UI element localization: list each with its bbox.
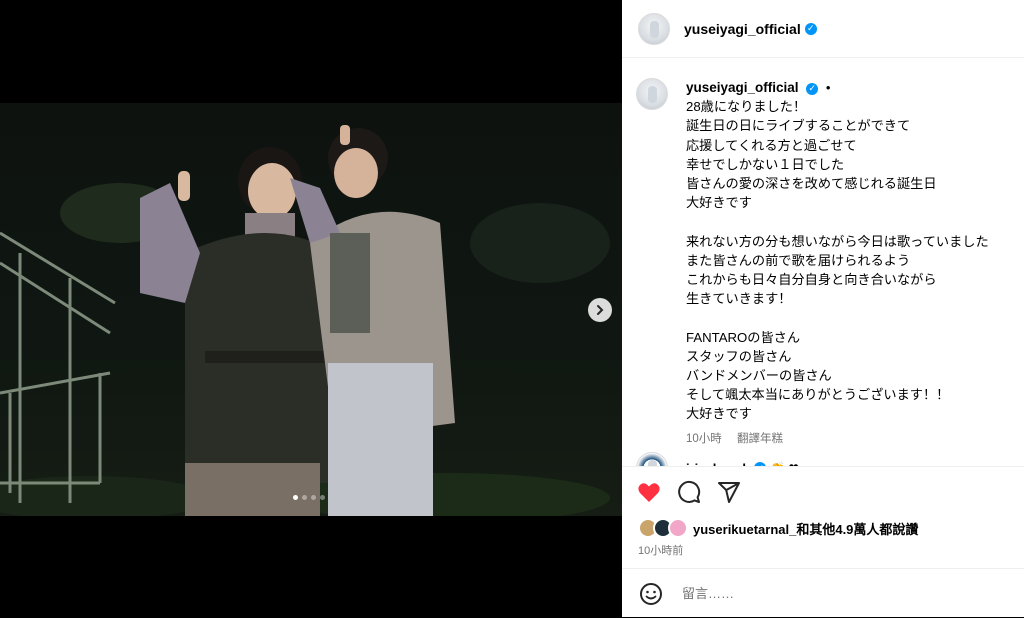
caption-username[interactable]: yuseiyagi_official — [686, 80, 799, 95]
caption-line: 28歳になりました！ — [686, 99, 807, 115]
photo-illustration — [0, 125, 610, 516]
caption-line: 皆さんの愛の深さを改めて感じれる誕生日 — [686, 176, 937, 192]
caption-line: 生きていきます！ — [686, 291, 792, 307]
chevron-right-icon — [597, 305, 604, 315]
translate-link[interactable]: 翻譯年糕 — [737, 433, 783, 445]
caption-line: 応援してくれる方と過ごせて — [686, 137, 857, 153]
caption-line: バンドメンバーの皆さん — [686, 368, 832, 384]
heart-icon — [638, 483, 660, 502]
carousel-dot — [320, 495, 325, 500]
caption-line: 来れない方の分も想いながら今日は歌っていました — [686, 233, 989, 249]
add-comment-bar — [622, 568, 1024, 618]
comments-section: yuseiyagi_official ✓ • 28歳になりました！ 誕生日の日に… — [622, 58, 1024, 466]
caption-line: 大好きです — [686, 195, 752, 211]
carousel-indicator — [293, 495, 325, 500]
comment-input[interactable] — [680, 585, 984, 602]
caption-avatar[interactable] — [636, 78, 668, 110]
caption-line: FANTAROの皆さん — [686, 329, 801, 345]
liker-avatar — [668, 518, 688, 538]
caption-comment: yuseiyagi_official ✓ • 28歳になりました！ 誕生日の日に… — [636, 78, 1016, 449]
carousel-dot — [311, 495, 316, 500]
caption-line: そして颯太本当にありがとうございます！！ — [686, 387, 950, 403]
post-media — [0, 0, 622, 617]
verified-badge-icon: ✓ — [806, 82, 819, 95]
caption-line — [686, 308, 989, 327]
comment-item: iris_beach ✓ 👏 ❤ — [636, 452, 799, 466]
caption-meta: 10小時 翻譯年糕 — [686, 430, 989, 449]
like-button[interactable] — [636, 479, 662, 505]
share-button[interactable] — [716, 479, 742, 505]
caption-line: 幸せでしかない１日でした — [686, 156, 845, 172]
caption-line — [686, 212, 989, 231]
caption-body: yuseiyagi_official ✓ • 28歳になりました！ 誕生日の日に… — [686, 78, 989, 449]
post-side-panel: yuseiyagi_official ✓ yuseiyagi_official … — [622, 0, 1024, 617]
verified-badge-icon: ✓ — [804, 22, 817, 35]
post-actions — [622, 466, 1024, 517]
caption-line: これからも日々自分自身と向き合いながら — [686, 272, 937, 288]
likes-summary[interactable]: yuserikuetarnal_和其他4.9萬人都說讚 — [638, 518, 918, 538]
caption-time: 10小時 — [686, 432, 722, 445]
post-photo — [0, 103, 622, 516]
likes-text: yuserikuetarnal_和其他4.9萬人都說讚 — [693, 521, 919, 537]
emoji-smile-icon — [640, 582, 662, 605]
emoji-button[interactable] — [638, 581, 664, 607]
author-username[interactable]: yuseiyagi_official — [684, 21, 801, 37]
post-timestamp: 10小時前 — [638, 545, 684, 557]
post-header: yuseiyagi_official ✓ — [622, 0, 1024, 58]
author-avatar[interactable] — [638, 12, 670, 45]
caption-line: スタッフの皆さん — [686, 348, 792, 364]
caption-text: 28歳になりました！ 誕生日の日にライブすることができて 応援してくれる方と過ご… — [686, 97, 989, 423]
comment-icon — [678, 481, 701, 503]
comment-button[interactable] — [676, 479, 702, 505]
comment-avatar[interactable] — [636, 452, 668, 466]
caption-line: また皆さんの前で歌を届けられるよう — [686, 252, 911, 268]
carousel-next-button[interactable] — [588, 298, 612, 322]
caption-line: 誕生日の日にライブすることができて — [686, 118, 911, 134]
share-icon — [718, 482, 740, 503]
caption-separator: • — [825, 80, 831, 95]
carousel-dot — [302, 495, 307, 500]
caption-line: 大好きです — [686, 406, 752, 422]
carousel-dot-active — [293, 495, 298, 500]
